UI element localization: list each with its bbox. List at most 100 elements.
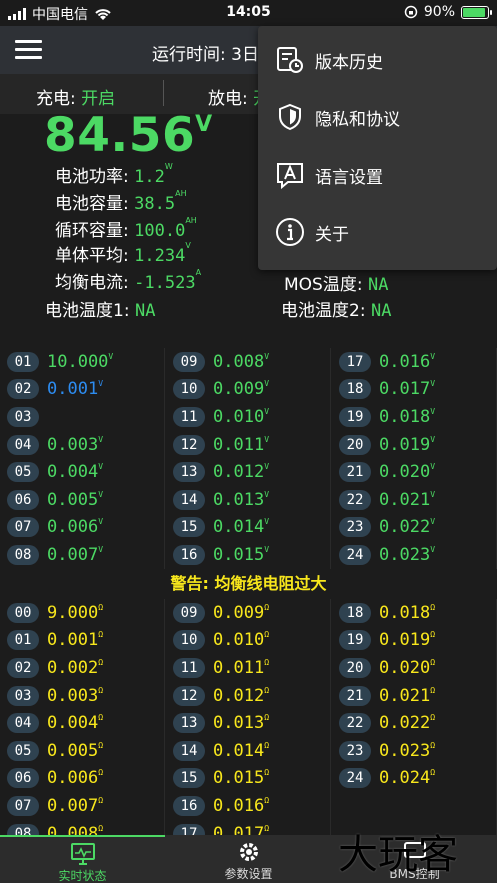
cell-voltage-cell: 24 0.023V (332, 541, 497, 569)
cell-voltage-value: 0.012V (213, 462, 270, 483)
menu-item-label: 隐私和协议 (315, 109, 400, 130)
balance-resistance-value: 0.022Ω (379, 713, 436, 734)
balance-resistance-value: 0.006Ω (47, 768, 104, 789)
cell-voltage-index-badge: 22 (339, 489, 371, 510)
balance-resistance-cell: 07 0.007Ω (0, 792, 165, 820)
balance-resistance-value: 0.002Ω (47, 657, 104, 678)
cell-voltage-cell: 18 0.017V (332, 375, 497, 404)
balance-resistance-value: 0.023Ω (379, 740, 436, 761)
balance-resistance-index-badge: 18 (339, 602, 371, 623)
battery-capacity: 电池容量: 38.5AH (55, 189, 187, 214)
balance-resistance-cell: 00 9.000Ω (0, 599, 165, 627)
balance-resistance-value: 0.007Ω (47, 795, 104, 816)
cell-voltage-index-badge: 04 (7, 434, 39, 455)
balance-resistance-value: 0.011Ω (213, 657, 270, 678)
balance-resistance-row: 01 0.001Ω 10 0.010Ω 19 0.019Ω (0, 626, 497, 655)
info-icon (276, 218, 304, 246)
cell-voltage-grid: 01 10.000V 09 0.008V 17 0.016V 02 0.001V 10 0.009… (0, 348, 497, 569)
menu-item-about[interactable]: 关于 (258, 203, 497, 261)
menu-item-version-history[interactable]: 版本历史 (258, 31, 497, 89)
cell-voltage-cell: 12 0.011V (166, 430, 331, 459)
voltage-unit: V (195, 112, 213, 137)
tab-label: 参数设置 (224, 867, 273, 881)
cell-voltage-cell: 10 0.009V (166, 375, 331, 404)
cell-voltage-value: 0.005V (47, 489, 104, 510)
balance-resistance-cell: 21 0.021Ω (332, 681, 497, 710)
cell-voltage-value: 0.015V (213, 544, 270, 565)
cell-voltage-value: 0.023V (379, 544, 436, 565)
menu-item-privacy[interactable]: 隐私和协议 (258, 88, 497, 146)
balance-resistance-value: 0.003Ω (47, 685, 104, 706)
cell-voltage-index-badge: 09 (173, 351, 205, 372)
cell-voltage-cell: 22 0.021V (332, 485, 497, 514)
battery-icon (461, 5, 492, 19)
balance-resistance-index-badge: 03 (7, 685, 39, 706)
balance-resistance-cell: 09 0.009Ω (166, 599, 331, 627)
balance-resistance-index-badge: 10 (173, 630, 205, 651)
watermark: 大玩客 (338, 832, 458, 878)
balance-resistance-row: 06 0.006Ω 15 0.015Ω 24 0.024Ω (0, 764, 497, 793)
balance-resistance-value: 9.000Ω (47, 602, 104, 623)
balance-resistance-cell: 12 0.012Ω (166, 681, 331, 710)
balance-resistance-cell: 22 0.022Ω (332, 709, 497, 737)
balance-resistance-value: 0.014Ω (213, 740, 270, 761)
balance-resistance-cell: 11 0.011Ω (166, 654, 331, 682)
cell-voltage-value: 0.004V (47, 462, 104, 483)
balance-resistance-index-badge: 19 (339, 630, 371, 651)
tab-realtime-status[interactable]: 实时状态 (0, 835, 165, 883)
balance-resistance-value: 0.021Ω (379, 685, 436, 706)
cell-voltage-value: 0.014V (213, 517, 270, 538)
charge-status[interactable]: 充电: 开启 (36, 84, 115, 109)
balance-resistance-cell: 13 0.013Ω (166, 709, 331, 737)
balance-resistance-value: 0.012Ω (213, 685, 270, 706)
cell-voltage-index-badge: 07 (7, 517, 39, 538)
menu-icon[interactable] (15, 40, 42, 60)
cell-voltage-value: 0.019V (379, 434, 436, 455)
balance-resistance-cell: 10 0.010Ω (166, 626, 331, 655)
tab-parameter-settings[interactable]: 参数设置 (166, 835, 331, 883)
runtime-title: 运行时间: 3日 (152, 45, 259, 65)
balance-resistance-value: 0.013Ω (213, 713, 270, 734)
menu-item-language[interactable]: 语言设置 (258, 146, 497, 204)
cell-voltage-index-badge: 24 (339, 544, 371, 565)
balance-resistance-value: 0.010Ω (213, 630, 270, 651)
cell-voltage-cell: 08 0.007V (0, 541, 165, 569)
privacy-shield-icon (279, 103, 301, 131)
cell-voltage-index-badge: 15 (173, 517, 205, 538)
cell-voltage-index-badge: 21 (339, 462, 371, 483)
cell-voltage-cell: 05 0.004V (0, 458, 165, 486)
balance-resistance-cell: 24 0.024Ω (332, 764, 497, 793)
cell-voltage-index-badge: 18 (339, 379, 371, 400)
menu-item-label: 版本历史 (315, 52, 383, 73)
divider (163, 80, 164, 106)
tab-label: 实时状态 (58, 869, 107, 883)
balance-resistance-index-badge: 02 (7, 657, 39, 678)
cell-voltage-value: 0.017V (379, 379, 436, 400)
balance-resistance-value: 0.024Ω (379, 768, 436, 789)
balance-resistance-index-badge: 15 (173, 768, 205, 789)
cell-voltage-cell: 01 10.000V (0, 348, 165, 376)
battery-percent: 90% (423, 4, 455, 20)
cell-voltage-value: 0.011V (213, 434, 270, 455)
total-voltage: 84.56V (44, 108, 213, 163)
cell-voltage-index-badge: 19 (339, 406, 371, 427)
balance-resistance-value: 0.005Ω (47, 740, 104, 761)
balance-resistance-value: 0.015Ω (213, 768, 270, 789)
cell-average: 单体平均: 1.234V (55, 241, 191, 266)
monitor-icon (71, 843, 95, 865)
balance-resistance-index-badge: 13 (173, 713, 205, 734)
cell-voltage-value: 0.013V (213, 489, 270, 510)
balance-resistance-index-badge: 12 (173, 685, 205, 706)
cell-voltage-value: 0.018V (379, 406, 436, 427)
cell-voltage-value: 0.016V (379, 351, 436, 372)
cell-voltage-row: 01 10.000V 09 0.008V 17 0.016V (0, 348, 497, 376)
balance-resistance-index-badge: 14 (173, 740, 205, 761)
balance-resistance-cell: 02 0.002Ω (0, 654, 165, 682)
cell-voltage-cell: 04 0.003V (0, 430, 165, 459)
cell-voltage-value: 10.000V (47, 351, 114, 372)
cell-voltage-value: 0.022V (379, 517, 436, 538)
cell-voltage-cell: 16 0.015V (166, 541, 331, 569)
balance-resistance-cell: 14 0.014Ω (166, 736, 331, 765)
menu-item-label: 语言设置 (315, 167, 383, 188)
balance-resistance-row: 00 9.000Ω 09 0.009Ω 18 0.018Ω (0, 599, 497, 627)
